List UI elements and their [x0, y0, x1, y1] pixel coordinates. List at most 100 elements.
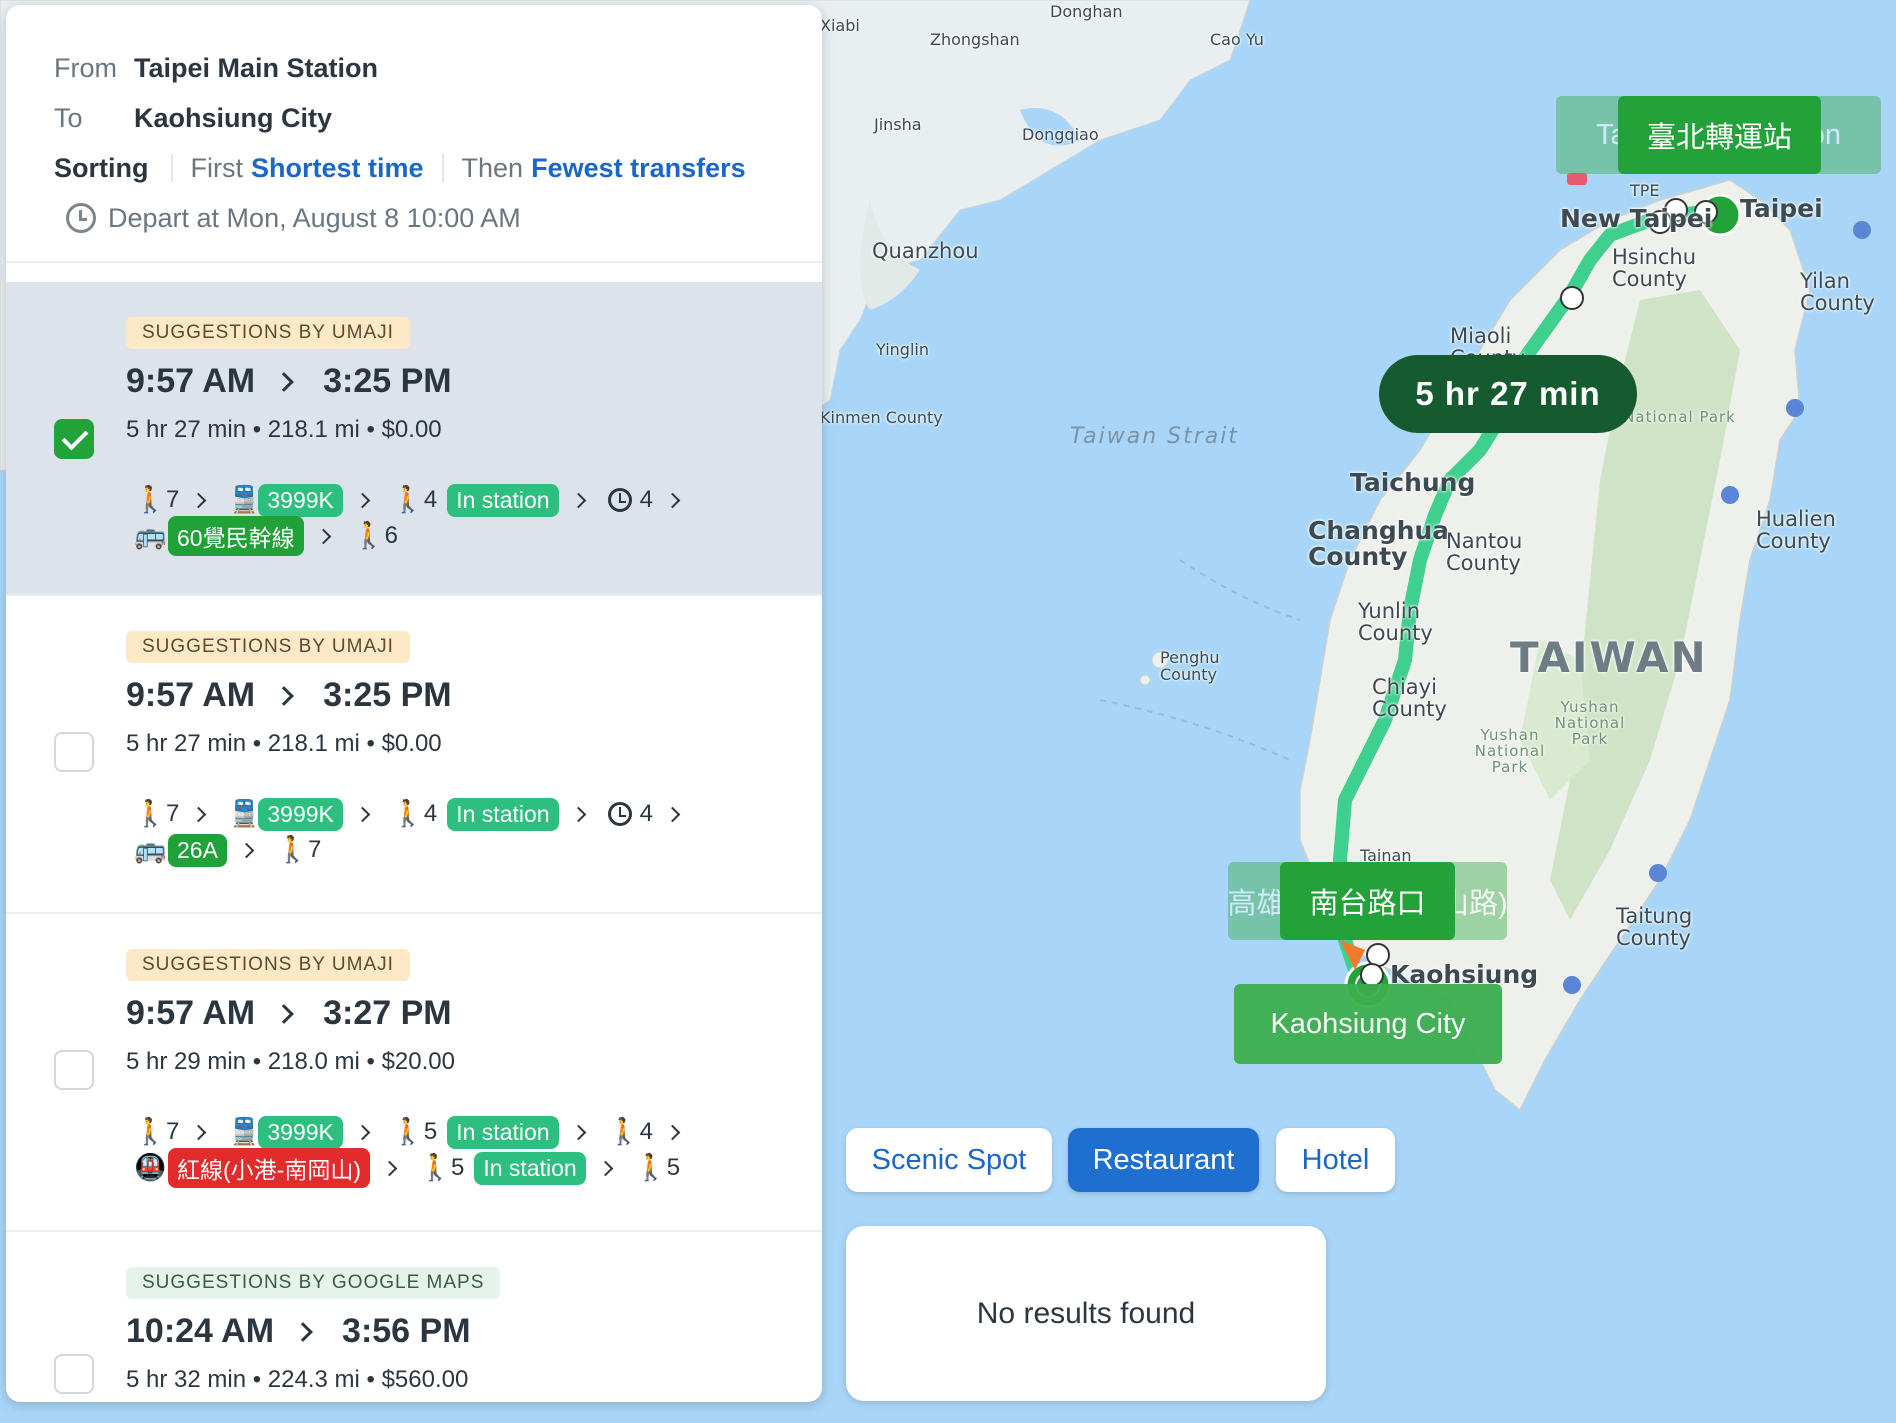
wait-minutes: 4: [639, 486, 653, 513]
route-legs-line-2: 🚇 紅線(小港-南岡山) 🚶 5 In station 🚶 5: [134, 1148, 680, 1188]
route-legs-line-2: 🚌 60覺民幹線 🚶 6: [134, 516, 398, 556]
place-quanzhou: Quanzhou: [872, 239, 979, 263]
place-tpe: TPE: [1630, 181, 1660, 200]
place-changhua: Changhua County: [1308, 516, 1450, 572]
place-hualien: Hualien County: [1756, 507, 1836, 554]
chevron-right-icon: [354, 492, 371, 508]
no-results-text: No results found: [976, 1296, 1196, 1330]
source-badge: SUGGESTIONS BY GOOGLE MAPS: [126, 1267, 501, 1299]
chevron-right-icon: [191, 806, 207, 822]
wait-minutes: 4: [639, 800, 653, 827]
place-dongqiao: Dongqiao: [1022, 125, 1099, 144]
place-yilan: Yilan County: [1800, 269, 1875, 316]
route-legs-line-2: 🚌 26A 🚶 7: [134, 830, 321, 870]
poi-results-panel: No results found: [846, 1226, 1326, 1401]
route-option-2[interactable]: SUGGESTIONS BY UMAJI 9:57 AM 3:25 PM 5 h…: [6, 596, 822, 914]
chevron-right-icon: [570, 492, 586, 508]
metro-icon: 🚇: [134, 1153, 167, 1183]
wait-clock-icon: [607, 802, 632, 826]
route-checkbox[interactable]: [54, 1354, 94, 1394]
divider: [170, 154, 173, 182]
to-row[interactable]: To Kaohsiung City: [54, 93, 822, 143]
route-times: 9:57 AM 3:27 PM: [126, 994, 452, 1033]
sort-primary-link[interactable]: Shortest time: [251, 153, 424, 184]
walk-minutes: 6: [384, 522, 398, 549]
divider: [441, 154, 444, 182]
walk-icon: 🚶: [391, 799, 425, 829]
chevron-right-icon: [274, 685, 295, 706]
chevron-right-icon: [191, 1124, 207, 1140]
train-badge: 3999K: [258, 1115, 343, 1149]
route-meta: 5 hr 29 min • 218.0 mi • $20.00: [126, 1048, 455, 1075]
transfer-label[interactable]: 南台路口: [1280, 862, 1455, 940]
walk-minutes: 4: [423, 800, 438, 827]
chevron-right-icon: [381, 1160, 398, 1176]
route-option-4[interactable]: SUGGESTIONS BY GOOGLE MAPS 10:24 AM 3:56…: [6, 1232, 822, 1402]
scenic-spot-button[interactable]: Scenic Spot: [846, 1128, 1052, 1192]
hotel-button[interactable]: Hotel: [1276, 1128, 1395, 1192]
train-icon: 🚆: [228, 485, 261, 515]
walk-icon: 🚶: [134, 799, 167, 829]
chevron-right-icon: [238, 842, 255, 858]
walk-minutes: 7: [166, 800, 180, 827]
in-station-badge: In station: [447, 1115, 559, 1149]
route-checkbox[interactable]: [54, 732, 94, 772]
walk-minutes: 5: [450, 1154, 465, 1181]
walk-icon: 🚶: [391, 1117, 425, 1147]
origin-label[interactable]: 臺北轉運站: [1618, 96, 1821, 174]
chevron-right-icon: [274, 1003, 295, 1024]
arrive-time: 3:27 PM: [323, 994, 452, 1032]
from-value[interactable]: Taipei Main Station: [134, 53, 378, 84]
train-icon: 🚆: [228, 1117, 261, 1147]
walk-icon: 🚶: [352, 521, 385, 551]
depart-row[interactable]: Depart at Mon, August 8 10:00 AM: [54, 193, 822, 243]
bus-badge: 26A: [168, 833, 227, 867]
place-xiabi: Xiabi: [820, 16, 860, 35]
arrive-time: 3:25 PM: [323, 676, 452, 714]
then-label: Then: [461, 152, 524, 183]
route-checkbox[interactable]: [54, 1050, 94, 1090]
walk-minutes: 4: [423, 486, 438, 513]
walk-icon: 🚶: [134, 485, 167, 515]
search-summary: From Taipei Main Station To Kaohsiung Ci…: [6, 5, 822, 263]
place-taitung: Taitung County: [1616, 904, 1693, 951]
route-legs-line-1: 🚶 7 🚆 3999K 🚶 4 In station 4: [134, 794, 702, 834]
place-taichung: Taichung: [1350, 468, 1476, 497]
place-yushan-2: Yushan National Park: [1474, 726, 1546, 776]
source-badge: SUGGESTIONS BY UMAJI: [126, 631, 410, 663]
depart-time[interactable]: Depart at Mon, August 8 10:00 AM: [108, 203, 521, 234]
restaurant-button[interactable]: Restaurant: [1068, 1128, 1259, 1192]
route-times: 10:24 AM 3:56 PM: [126, 1312, 471, 1351]
sort-secondary-link[interactable]: Fewest transfers: [531, 153, 746, 184]
chevron-right-icon: [354, 806, 371, 822]
walk-minutes: 7: [166, 486, 180, 513]
route-checkbox[interactable]: [54, 419, 94, 459]
place-zhongshan: Zhongshan: [930, 30, 1020, 49]
bus-icon: 🚌: [134, 835, 167, 865]
depart-time: 10:24 AM: [126, 1312, 275, 1350]
route-duration-pill[interactable]: 5 hr 27 min: [1379, 355, 1637, 433]
place-taipei: Taipei: [1740, 194, 1823, 223]
place-taiwan: TAIWAN: [1510, 633, 1708, 682]
route-option-3[interactable]: SUGGESTIONS BY UMAJI 9:57 AM 3:27 PM 5 h…: [6, 914, 822, 1232]
route-meta: 5 hr 27 min • 218.1 mi • $0.00: [126, 730, 442, 757]
walk-minutes: 7: [166, 1118, 180, 1145]
sorting-row: Sorting First Shortest time Then Fewest …: [54, 143, 822, 193]
route-legs-line-1: 🚶 7 🚆 3999K 🚶 4 In station 4: [134, 480, 702, 520]
place-donghan: Donghan: [1050, 2, 1123, 21]
to-value[interactable]: Kaohsiung City: [134, 103, 332, 134]
source-badge: SUGGESTIONS BY UMAJI: [126, 317, 410, 349]
walk-icon: 🚶: [607, 1117, 640, 1147]
first-label: First: [190, 152, 243, 183]
from-row[interactable]: From Taipei Main Station: [54, 43, 822, 93]
chevron-right-icon: [664, 1124, 681, 1140]
train-icon: 🚆: [228, 799, 261, 829]
arrive-time: 3:25 PM: [323, 362, 452, 400]
train-badge: 3999K: [258, 797, 343, 831]
route-option-1[interactable]: SUGGESTIONS BY UMAJI 9:57 AM 3:25 PM 5 h…: [6, 282, 822, 596]
route-meta: 5 hr 32 min • 224.3 mi • $560.00: [126, 1366, 469, 1393]
depart-time: 9:57 AM: [126, 676, 256, 714]
destination-label[interactable]: Kaohsiung City: [1234, 984, 1502, 1064]
chevron-right-icon: [315, 528, 331, 544]
place-taiwan-strait: Taiwan Strait: [1070, 424, 1239, 449]
